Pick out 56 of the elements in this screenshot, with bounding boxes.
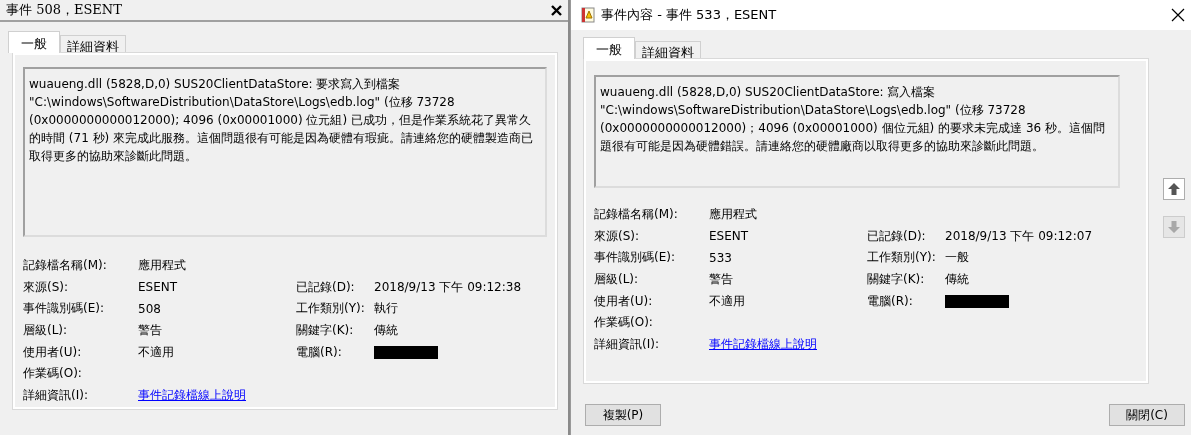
field-label: 作業碼(O):: [594, 314, 654, 332]
field-label: 來源(S):: [23, 278, 70, 296]
field-value: 2018/9/13 下午 09:12:07: [945, 227, 1094, 245]
field-label: 層級(L):: [594, 271, 640, 289]
window-title: 事件內容 - 事件 533，ESENT: [601, 6, 778, 24]
down-arrow-icon: [1166, 219, 1182, 235]
field-value: 傳統: [945, 271, 970, 289]
field-label: 來源(S):: [594, 227, 641, 245]
field-value: 一般: [945, 249, 970, 267]
copy-button[interactable]: 複製(P): [585, 404, 661, 426]
field-label: 作業碼(O):: [23, 365, 83, 383]
previous-event-button[interactable]: [1163, 178, 1185, 200]
field-value: ESENT: [138, 280, 179, 295]
field-value: 應用程式: [709, 206, 758, 224]
up-arrow-icon: [1166, 181, 1182, 197]
field-label: 事件識別碼(E):: [23, 300, 105, 318]
event-message: wuaueng.dll (5828,D,0) SUS20ClientDataStore: 要求寫入到檔案 "C:\windows\SoftwareDistribution\DataStore\Logs\edb.log" (位移 73728 (0x0000000000012000); 4096 (0x00001000) 位元組) 已成功，但是作業系統花了異常久的時間 (71 秒) 來完成此服務。這個問題很有可能是因為硬體有瑕疵。請連絡您的硬體製造商已取得更多的協助來診斷此問題。: [23, 67, 547, 237]
field-label: 記錄檔名稱(M):: [23, 257, 108, 275]
field-value: 警告: [709, 271, 734, 289]
event-properties-icon: [581, 7, 595, 23]
close-icon[interactable]: [1171, 8, 1185, 22]
field-label: 記錄檔名稱(M):: [594, 206, 679, 224]
field-value: 不適用: [138, 343, 175, 361]
field-value: 不適用: [709, 292, 746, 310]
window-title: 事件 508，ESENT: [6, 1, 123, 19]
tab[interactable]: 一般: [8, 31, 60, 53]
close-button[interactable]: 關閉(C): [1109, 404, 1185, 426]
field-value: 2018/9/13 下午 09:12:38: [374, 278, 523, 296]
field-label: 使用者(U):: [594, 292, 654, 310]
redaction-bar: [945, 294, 1009, 308]
field-label: 電腦(R):: [867, 292, 914, 310]
field-label: 工作類別(Y):: [867, 249, 937, 267]
field-label: 事件識別碼(E):: [594, 249, 676, 267]
tab[interactable]: 一般: [583, 37, 635, 59]
field-label: 使用者(U):: [23, 343, 83, 361]
field-value: 應用程式: [138, 257, 187, 275]
field-label: 關鍵字(K):: [296, 322, 355, 340]
field-label: 已記錄(D):: [296, 278, 356, 296]
field-value: 執行: [374, 300, 399, 318]
field-label: 工作類別(Y):: [296, 300, 366, 318]
field-label: 電腦(R):: [296, 343, 343, 361]
help-link[interactable]: 事件記錄檔線上說明: [709, 335, 817, 353]
field-label: 關鍵字(K):: [867, 271, 926, 289]
field-value: ESENT: [709, 229, 750, 244]
field-label: 已記錄(D):: [867, 227, 927, 245]
field-value: 警告: [138, 322, 163, 340]
event-message: wuaueng.dll (5828,D,0) SUS20ClientDataStore: 寫入檔案 "C:\windows\SoftwareDistribution\DataStore\Logs\edb.log" (位移 73728 (0x0000000000012000)；4096 (0x00001000) 個位元組) 的要求未完成達 36 秒。這個問題很有可能是因為硬體錯誤。請連絡您的硬體廠商以取得更多的協助來診斷此問題。: [594, 75, 1120, 188]
redaction-bar: [374, 345, 438, 359]
field-value: 508: [138, 302, 162, 316]
help-link[interactable]: 事件記錄檔線上說明: [138, 386, 246, 404]
field-label: 層級(L):: [23, 322, 69, 340]
close-icon[interactable]: [551, 4, 562, 16]
field-label: 詳細資訊(I):: [23, 386, 89, 404]
field-value: 533: [709, 251, 733, 265]
field-label: 詳細資訊(I):: [594, 335, 660, 353]
field-value: 傳統: [374, 322, 399, 340]
